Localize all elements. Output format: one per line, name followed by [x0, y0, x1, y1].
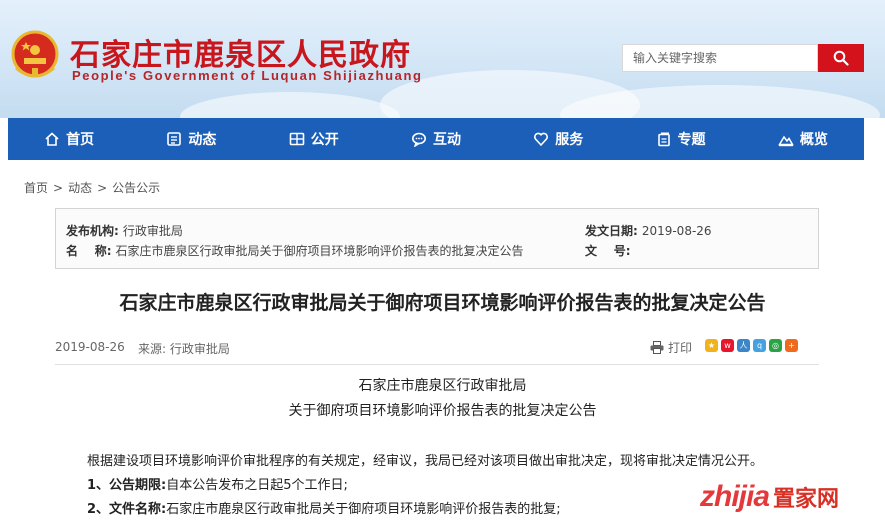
share-wechat-icon[interactable]: ◎ — [769, 339, 782, 352]
publisher-row: 发布机构: 行政审批局 — [66, 222, 183, 239]
publisher-label: 发布机构: — [66, 224, 119, 238]
print-button[interactable]: 打印 — [650, 339, 692, 356]
item-2-label: 2、文件名称: — [87, 502, 167, 517]
watermark-brand: zhijia — [700, 480, 770, 513]
doc-heading-line-1: 石家庄市鹿泉区行政审批局 — [358, 378, 527, 394]
breadcrumb: 首页 > 动态 > 公告公示 — [24, 179, 160, 196]
home-icon — [45, 132, 59, 146]
nav-label: 动态 — [188, 132, 217, 148]
national-emblem-icon — [11, 30, 59, 78]
nav-item-public[interactable]: 公开 — [253, 118, 375, 160]
divider — [55, 364, 819, 365]
share-weibo-icon[interactable]: w — [721, 339, 734, 352]
article-date: 2019-08-26 — [55, 340, 125, 354]
nav-label: 公开 — [310, 132, 339, 148]
docno-label: 文 号: — [585, 244, 631, 258]
share-qq-icon[interactable]: q — [753, 339, 766, 352]
heart-icon — [534, 132, 549, 147]
date-label: 发文日期: — [585, 224, 638, 238]
nav-item-news[interactable]: 动态 — [130, 118, 252, 160]
breadcrumb-news[interactable]: 动态 — [68, 181, 92, 195]
document-meta-box: 发布机构: 行政审批局 发文日期: 2019-08-26 名 称: 石家庄市鹿泉区行政… — [55, 208, 819, 269]
mountain-icon — [778, 135, 794, 147]
name-label: 名 称: — [66, 244, 112, 258]
article-source: 来源: 行政审批局 — [138, 342, 230, 356]
nav-item-topic[interactable]: 专题 — [619, 118, 741, 160]
doc-heading-line-2: 关于御府项目环境影响评价报告表的批复决定公告 — [288, 403, 597, 419]
nav-label: 服务 — [555, 132, 584, 148]
nav-item-service[interactable]: 服务 — [497, 118, 619, 160]
share-buttons: ★ w 人 q ◎ + — [705, 339, 798, 352]
nav-item-home[interactable]: 首页 — [8, 118, 130, 160]
chat-icon — [411, 132, 426, 147]
share-more-icon[interactable]: + — [785, 339, 798, 352]
publisher-value: 行政审批局 — [122, 224, 183, 238]
nav-label: 首页 — [66, 132, 95, 148]
share-qzone-icon[interactable]: ★ — [705, 339, 718, 352]
nav-label: 概览 — [799, 132, 828, 148]
name-value: 石家庄市鹿泉区行政审批局关于御府项目环境影响评价报告表的批复决定公告 — [115, 244, 524, 258]
watermark-cn: 置家网 — [773, 486, 840, 511]
item-1: 1、公告期限:自本公告发布之日起5个工作日; — [87, 474, 348, 493]
header-cloud — [180, 92, 400, 118]
topic-icon — [657, 132, 670, 147]
article-title: 石家庄市鹿泉区行政审批局关于御府项目环境影响评价报告表的批复决定公告 — [119, 292, 766, 314]
intro-paragraph: 根据建设项目环境影响评价审批程序的有关规定，经审议，我局已经对该项目做出审批决定… — [87, 454, 764, 469]
item-1-label: 1、公告期限: — [87, 478, 167, 493]
name-row: 名 称: 石家庄市鹿泉区行政审批局关于御府项目环境影响评价报告表的批复决定公告 — [66, 242, 524, 259]
site-header: 石家庄市鹿泉区人民政府 People's Government of Luqua… — [0, 0, 885, 118]
grid-icon — [289, 132, 305, 146]
breadcrumb-separator: > — [53, 181, 64, 195]
breadcrumb-separator: > — [97, 181, 108, 195]
item-1-text: 自本公告发布之日起5个工作日; — [166, 478, 348, 493]
zhijia-watermark-logo: zhijia 置家网 — [700, 480, 839, 514]
site-subtitle: People's Government of Luquan Shijiazhua… — [72, 68, 423, 83]
news-icon — [167, 132, 182, 146]
nav-label: 专题 — [677, 132, 706, 148]
search-button[interactable] — [818, 44, 864, 72]
nav-item-interact[interactable]: 互动 — [375, 118, 497, 160]
date-row: 发文日期: 2019-08-26 — [585, 222, 712, 239]
search-icon — [833, 50, 849, 66]
date-value: 2019-08-26 — [641, 224, 712, 238]
search-input[interactable] — [622, 44, 818, 72]
breadcrumb-home[interactable]: 首页 — [24, 181, 48, 195]
nav-label: 互动 — [432, 132, 461, 148]
item-2: 2、文件名称:石家庄市鹿泉区行政审批局关于御府项目环境影响评价报告表的批复; — [87, 498, 561, 517]
share-renren-icon[interactable]: 人 — [737, 339, 750, 352]
docno-row: 文 号: — [585, 242, 635, 259]
printer-icon — [650, 341, 664, 354]
breadcrumb-notices[interactable]: 公告公示 — [112, 181, 160, 195]
nav-item-overview[interactable]: 概览 — [742, 118, 864, 160]
main-nav: 首页 动态 公开 互动 服务 专题 概览 — [8, 118, 864, 160]
item-2-text: 石家庄市鹿泉区行政审批局关于御府项目环境影响评价报告表的批复; — [166, 502, 561, 517]
print-label: 打印 — [668, 341, 693, 355]
